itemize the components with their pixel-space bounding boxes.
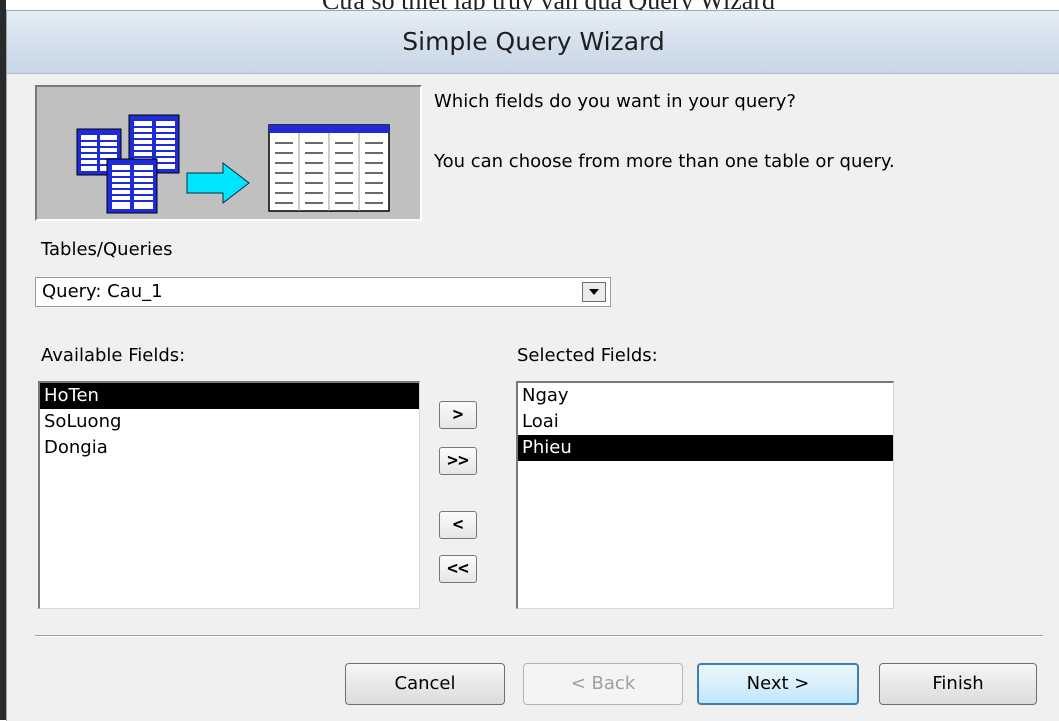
tables-to-query-icon: [35, 85, 422, 221]
simple-query-wizard-dialog: Simple Query Wizard Which fields do you …: [6, 10, 1059, 721]
back-button[interactable]: < Back: [523, 663, 683, 705]
add-all-fields-button[interactable]: >>: [439, 447, 477, 475]
list-item[interactable]: Ngay: [518, 383, 893, 409]
add-field-button[interactable]: >: [439, 401, 477, 429]
list-item[interactable]: Loai: [518, 409, 893, 435]
list-item[interactable]: Dongia: [40, 435, 419, 461]
selected-fields-label: Selected Fields:: [517, 345, 658, 366]
list-item[interactable]: SoLuong: [40, 409, 419, 435]
title-bar[interactable]: Simple Query Wizard: [7, 11, 1059, 74]
prompt-question: Which fields do you want in your query?: [434, 91, 796, 112]
tables-queries-value: Query: Cau_1: [42, 281, 163, 302]
selected-fields-list[interactable]: Ngay Loai Phieu: [516, 381, 894, 609]
available-fields-list[interactable]: HoTen SoLuong Dongia: [38, 381, 420, 609]
tables-queries-label: Tables/Queries: [41, 239, 173, 260]
finish-button[interactable]: Finish: [879, 663, 1037, 705]
dialog-title: Simple Query Wizard: [402, 27, 665, 56]
footer-divider: [35, 635, 1043, 637]
combo-dropdown-button[interactable]: [582, 282, 606, 302]
available-fields-label: Available Fields:: [41, 345, 186, 366]
next-button[interactable]: Next >: [697, 663, 859, 705]
prompt-hint: You can choose from more than one table …: [434, 151, 895, 172]
remove-field-button[interactable]: <: [439, 511, 477, 539]
remove-all-fields-button[interactable]: <<: [439, 555, 477, 583]
cancel-button[interactable]: Cancel: [345, 663, 505, 705]
list-item[interactable]: HoTen: [40, 383, 419, 409]
list-item[interactable]: Phieu: [518, 435, 893, 461]
chevron-down-icon: [589, 289, 599, 295]
tables-queries-combobox[interactable]: Query: Cau_1: [35, 277, 611, 307]
